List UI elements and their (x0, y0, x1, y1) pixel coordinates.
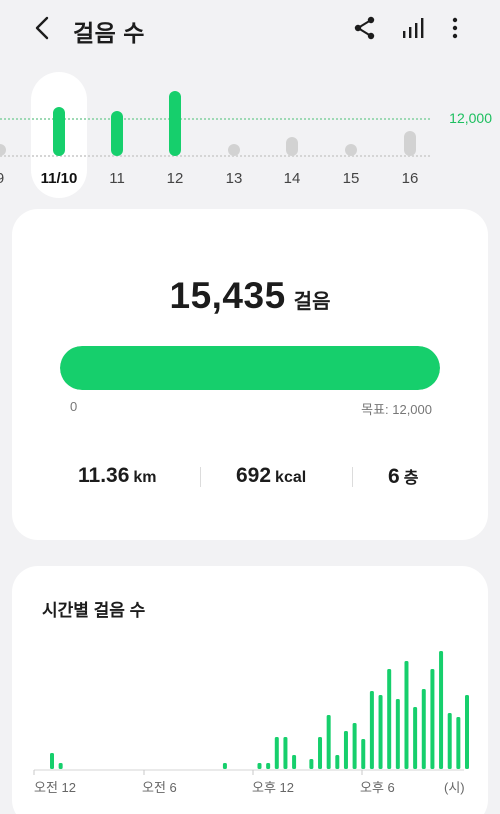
hourly-bar (326, 715, 331, 769)
day-label[interactable]: 9 (0, 170, 4, 187)
x-tick-label: 오후 6 (360, 780, 395, 795)
more-vert-icon[interactable] (442, 14, 468, 42)
floors-value: 6 (388, 465, 400, 488)
goal-progress-fill (60, 346, 440, 390)
day-label[interactable]: 12 (167, 170, 184, 187)
hourly-bar (378, 695, 383, 769)
day-label[interactable]: 13 (226, 170, 243, 187)
distance-stat: 11.36 km (78, 464, 157, 488)
day-bar[interactable] (53, 107, 65, 156)
hourly-bar (387, 669, 392, 769)
day-label[interactable]: 16 (402, 170, 419, 187)
day-bar[interactable] (286, 137, 298, 156)
hourly-bar (343, 731, 348, 769)
hourly-bar (309, 759, 314, 769)
hourly-bar (274, 737, 279, 769)
hourly-bar (430, 669, 435, 769)
stat-divider (200, 467, 201, 487)
baseline (0, 155, 430, 157)
x-tick-label: (시) (444, 780, 465, 795)
hourly-bar (369, 691, 374, 769)
hourly-bar (421, 689, 426, 769)
hourly-bar (222, 763, 227, 769)
hourly-bar (456, 717, 461, 769)
day-label[interactable]: 15 (343, 170, 360, 187)
hourly-bar (318, 737, 323, 769)
hourly-bar (413, 707, 418, 769)
bar-chart-icon[interactable] (400, 14, 426, 42)
hourly-bar (404, 661, 409, 769)
day-label[interactable]: 11 (109, 170, 125, 187)
hourly-bar (50, 753, 54, 769)
steps-total: 15,435 걸음 (12, 275, 488, 317)
hourly-bar (257, 763, 262, 769)
hourly-steps-card: 시간별 걸음 수 오전 12 오전 6 오후 12 오후 6 (시) (12, 566, 488, 814)
stat-divider (352, 467, 353, 487)
hourly-bar (447, 713, 452, 769)
hourly-bar (266, 763, 271, 769)
progress-min-label: 0 (70, 399, 78, 414)
day-bar[interactable] (169, 91, 181, 156)
distance-unit: km (133, 469, 157, 486)
x-tick-label: 오후 12 (252, 780, 294, 795)
hourly-bar (395, 699, 400, 769)
hourly-bar (335, 755, 340, 769)
steps-unit: 걸음 (293, 291, 331, 313)
day-bar[interactable] (228, 144, 240, 156)
goal-progress-bar (60, 346, 440, 390)
progress-goal-label: 목표: 12,000 (361, 402, 432, 417)
x-tick-label: 오전 12 (34, 780, 76, 795)
hourly-bar (361, 739, 366, 769)
floors-stat: 6층 (388, 464, 418, 489)
x-tick-label: 오전 6 (142, 780, 177, 795)
goal-label: 12,000 (449, 110, 492, 126)
hourly-steps-chart: 오전 12 오전 6 오후 12 오후 6 (시) (33, 651, 469, 795)
day-bar[interactable] (111, 111, 123, 156)
app-header: 걸음 수 (0, 0, 500, 58)
weekly-steps-strip: 12,000 9 11/10 11 12 13 14 15 16 (0, 66, 500, 206)
day-bar[interactable] (404, 131, 416, 156)
steps-count: 15,435 (169, 275, 286, 316)
hourly-bar (352, 723, 357, 769)
chevron-left-icon[interactable] (30, 14, 56, 42)
page-title: 걸음 수 (73, 20, 145, 46)
hourly-bar (292, 755, 297, 769)
hourly-bar (439, 651, 444, 769)
day-label[interactable]: 11/10 (41, 170, 78, 187)
share-icon[interactable] (352, 14, 378, 42)
calories-value: 692 (236, 464, 272, 487)
hourly-bar (58, 763, 63, 769)
hourly-bar (283, 737, 288, 769)
distance-value: 11.36 (78, 464, 130, 487)
day-label[interactable]: 14 (284, 170, 301, 187)
hourly-bar (465, 695, 469, 769)
floors-unit: 층 (403, 470, 419, 487)
calories-unit: kcal (275, 469, 307, 486)
steps-summary-card: 15,435 걸음 0 목표: 12,000 11.36 km 692 kcal 6층 (12, 209, 488, 540)
day-bar[interactable] (345, 144, 357, 156)
calories-stat: 692 kcal (236, 464, 306, 488)
